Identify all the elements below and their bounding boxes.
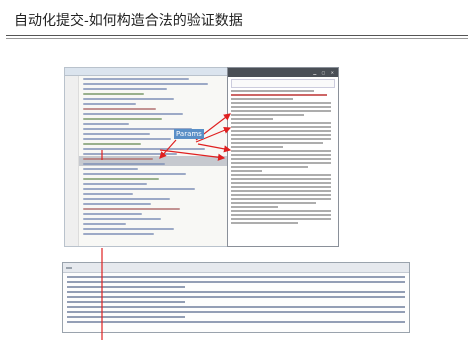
annotation-arrows	[101, 113, 232, 340]
params-annotation: Params	[174, 129, 204, 139]
